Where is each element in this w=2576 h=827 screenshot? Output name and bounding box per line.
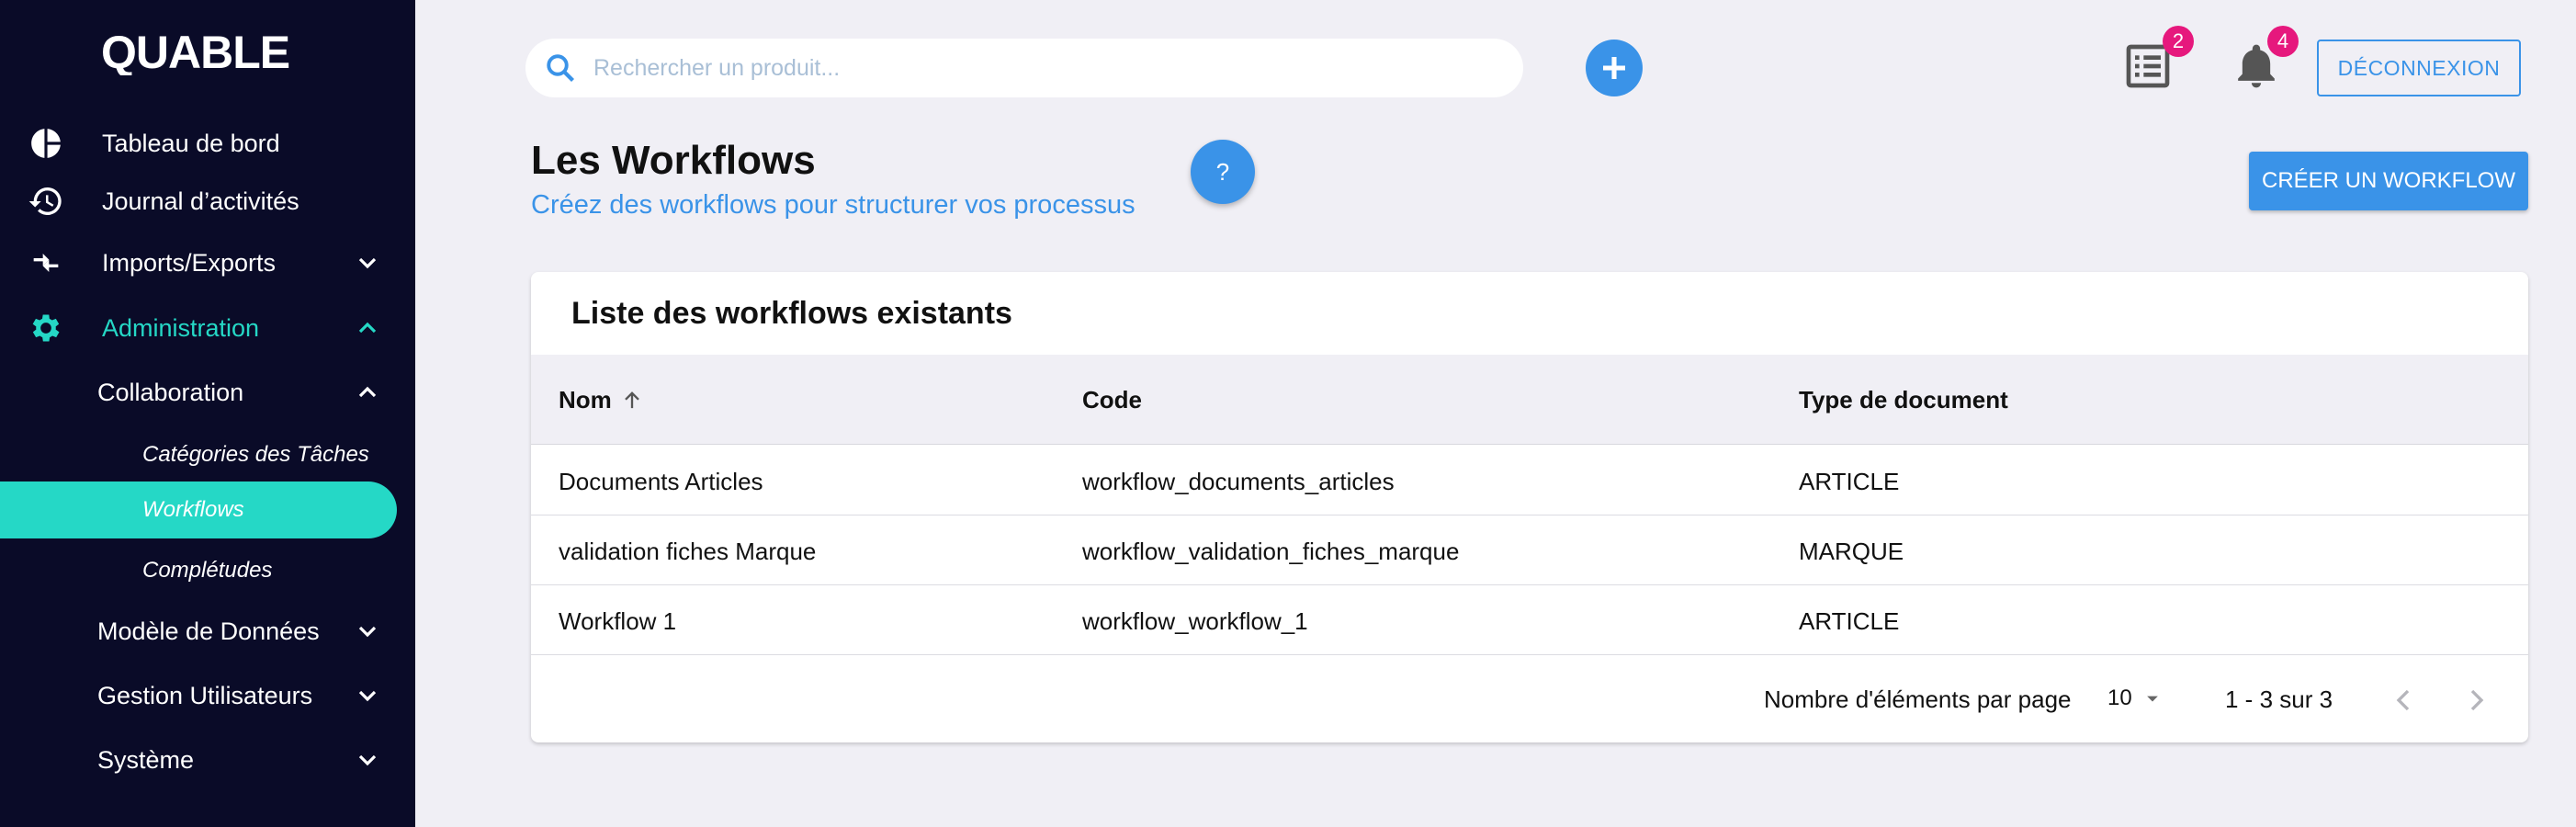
- sidebar-item-label: Catégories des Tâches: [142, 442, 369, 467]
- sidebar-item-collaboration[interactable]: Collaboration: [0, 365, 415, 420]
- sidebar-item-label: Gestion Utilisateurs: [97, 681, 313, 709]
- column-header-label: Nom: [559, 386, 612, 414]
- sidebar-item-label: Administration: [102, 313, 260, 342]
- history-icon: [28, 183, 64, 220]
- card-title: Liste des workflows existants: [571, 296, 1012, 331]
- import-export-icon: [28, 244, 64, 281]
- sidebar-item-label: Workflows: [142, 497, 244, 522]
- cell-name: Documents Articles: [559, 468, 763, 495]
- chevron-down-icon[interactable]: [353, 681, 382, 710]
- table-row[interactable]: Documents Articles workflow_documents_ar…: [531, 446, 2528, 515]
- notifications-badge: 4: [2267, 26, 2299, 57]
- table-header: Nom Code Type de document: [531, 355, 2528, 445]
- quable-logo[interactable]: QUABLE: [101, 28, 312, 75]
- sidebar-item-system[interactable]: Système: [0, 732, 415, 787]
- page-title: Les Workflows: [531, 138, 816, 183]
- sidebar: QUABLE Tableau de bord Journal d’activit…: [0, 0, 415, 827]
- cell-name: Workflow 1: [559, 607, 677, 635]
- sidebar-item-label: Tableau de bord: [102, 129, 280, 157]
- previous-page-icon[interactable]: [2385, 682, 2422, 719]
- column-header-label: Type de document: [1799, 386, 2008, 414]
- logo-text: QUABLE: [101, 28, 289, 75]
- chevron-up-icon[interactable]: [353, 378, 382, 407]
- sidebar-item-task-categories[interactable]: Catégories des Tâches: [0, 426, 397, 483]
- chevron-down-icon[interactable]: [353, 248, 382, 278]
- cell-name: validation fiches Marque: [559, 538, 817, 565]
- sidebar-item-label: Système: [97, 745, 195, 774]
- chevron-down-icon[interactable]: [353, 617, 382, 646]
- column-header-code[interactable]: Code: [1082, 386, 1142, 414]
- sidebar-item-label: Modèle de Données: [97, 617, 320, 645]
- cell-document-type: MARQUE: [1799, 538, 1904, 565]
- help-button[interactable]: ?: [1191, 140, 1255, 204]
- gear-icon: [28, 310, 64, 346]
- items-per-page-label: Nombre d'éléments par page: [1764, 685, 2072, 713]
- add-button[interactable]: [1586, 40, 1643, 96]
- sidebar-item-label: Journal d’activités: [102, 187, 299, 215]
- table-row[interactable]: validation fiches Marque workflow_valida…: [531, 515, 2528, 585]
- sidebar-item-user-management[interactable]: Gestion Utilisateurs: [0, 668, 415, 723]
- pie-chart-icon: [28, 125, 64, 162]
- page-subtitle: Créez des workflows pour structurer vos …: [531, 190, 1135, 220]
- next-page-icon[interactable]: [2458, 682, 2495, 719]
- search-bar: [525, 39, 1523, 97]
- cell-code: workflow_validation_fiches_marque: [1082, 538, 1460, 565]
- sidebar-item-activity-log[interactable]: Journal d’activités: [0, 174, 415, 229]
- dropdown-arrow-icon: [2146, 696, 2158, 702]
- create-workflow-button[interactable]: CRÉER UN WORKFLOW: [2249, 152, 2528, 210]
- column-header-label: Code: [1082, 386, 1142, 414]
- chevron-up-icon[interactable]: [353, 313, 382, 343]
- sidebar-item-dashboard[interactable]: Tableau de bord: [0, 116, 415, 171]
- items-per-page-value: 10: [2107, 685, 2132, 710]
- items-per-page-select[interactable]: 10: [2107, 682, 2172, 715]
- sidebar-item-label: Imports/Exports: [102, 248, 277, 277]
- column-header-name[interactable]: Nom: [559, 386, 645, 414]
- workflows-card: Liste des workflows existants Nom Code T…: [531, 272, 2528, 742]
- search-input[interactable]: [593, 48, 1494, 88]
- sidebar-item-data-model[interactable]: Modèle de Données: [0, 604, 415, 659]
- logout-button[interactable]: DÉCONNEXION: [2317, 40, 2521, 96]
- sidebar-item-administration[interactable]: Administration: [0, 300, 415, 356]
- sidebar-item-workflows[interactable]: Workflows: [0, 481, 397, 538]
- table-row[interactable]: Workflow 1 workflow_workflow_1 ARTICLE: [531, 585, 2528, 655]
- search-icon: [547, 54, 574, 82]
- sidebar-item-completudes[interactable]: Complétudes: [0, 542, 397, 599]
- pagination-range: 1 - 3 sur 3: [2225, 685, 2333, 713]
- plus-icon: [1603, 57, 1625, 79]
- cell-code: workflow_documents_articles: [1082, 468, 1395, 495]
- cell-document-type: ARTICLE: [1799, 468, 1900, 495]
- chevron-down-icon[interactable]: [353, 745, 382, 775]
- cell-code: workflow_workflow_1: [1082, 607, 1308, 635]
- sort-arrow-up-icon: [624, 391, 639, 408]
- tasks-badge: 2: [2163, 26, 2194, 57]
- column-header-document-type[interactable]: Type de document: [1799, 386, 2008, 414]
- sidebar-item-label: Collaboration: [97, 378, 244, 406]
- cell-document-type: ARTICLE: [1799, 607, 1900, 635]
- sidebar-item-label: Complétudes: [142, 558, 273, 583]
- sidebar-item-imports-exports[interactable]: Imports/Exports: [0, 235, 415, 290]
